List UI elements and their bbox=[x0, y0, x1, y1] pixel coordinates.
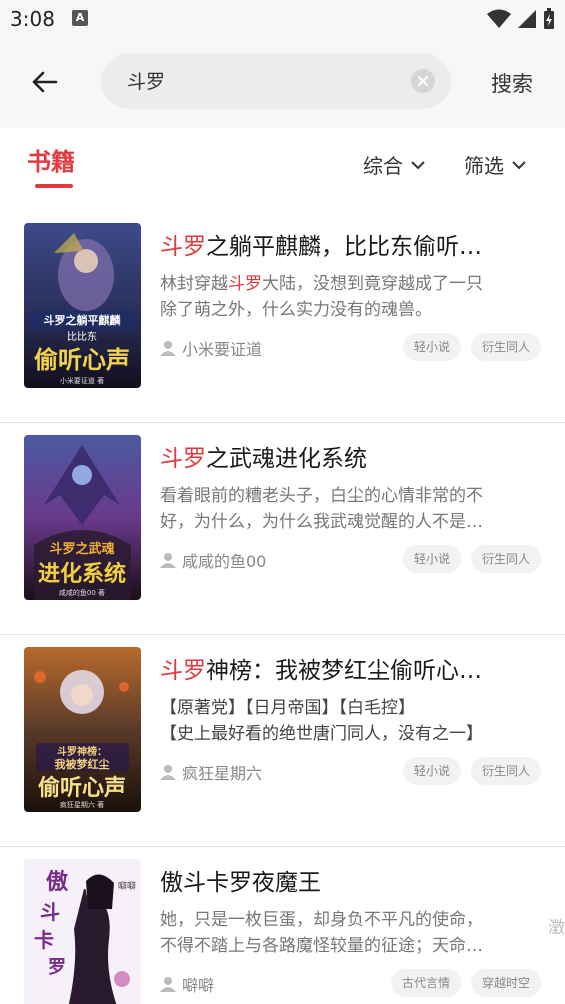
svg-text:小米要证道 著: 小米要证道 著 bbox=[60, 376, 104, 385]
book-description: 林封穿越斗罗大陆，没想到竟穿越成了一只 除了萌之外，什么实力没有的魂兽。 bbox=[160, 274, 483, 320]
tab-bar: 书籍 综合 筛选 bbox=[0, 128, 565, 198]
book-cover[interactable]: 斗罗之武魂 进化系统 咸咸的鱼00 著 bbox=[24, 435, 141, 600]
svg-text:卡: 卡 bbox=[34, 928, 54, 952]
status-icons bbox=[487, 8, 555, 30]
book-cover[interactable]: 斗罗之躺平麒麟 比比东 偷听心声 小米要证道 著 bbox=[24, 223, 141, 388]
tag-light-novel[interactable]: 轻小说 bbox=[402, 545, 461, 573]
svg-text:噼噼: 噼噼 bbox=[118, 880, 136, 892]
status-time: 3:08 bbox=[10, 7, 55, 31]
book-tags: 轻小说 衍生同人 bbox=[402, 333, 541, 361]
back-button[interactable] bbox=[24, 64, 64, 100]
book-tags: 轻小说 衍生同人 bbox=[402, 545, 541, 573]
svg-text:罗: 罗 bbox=[48, 957, 66, 978]
svg-text:傲: 傲 bbox=[46, 869, 69, 895]
user-icon bbox=[160, 765, 176, 780]
overflow-text: 澂转 bbox=[548, 918, 565, 938]
svg-text:偷听心声: 偷听心声 bbox=[34, 346, 130, 374]
book-list-item[interactable]: 傲 斗 卡 罗 噼噼 傲斗卡罗夜魔王 她，只是一枚巨蛋，却身负不平凡的使命， 不… bbox=[0, 847, 565, 1004]
status-bar: 3:08 A bbox=[0, 0, 565, 38]
svg-text:进化系统: 进化系统 bbox=[38, 561, 126, 587]
chevron-down-icon bbox=[411, 160, 425, 169]
tag-fan-fiction[interactable]: 衍生同人 bbox=[470, 757, 541, 785]
book-title[interactable]: 斗罗之武魂进化系统 bbox=[160, 439, 520, 473]
tag-light-novel[interactable]: 轻小说 bbox=[402, 757, 461, 785]
svg-text:斗罗之躺平麒麟: 斗罗之躺平麒麟 bbox=[44, 313, 122, 327]
book-list-item[interactable]: 斗罗之武魂 进化系统 咸咸的鱼00 著 斗罗之武魂进化系统 看着眼前的糟老头子，… bbox=[0, 423, 565, 635]
svg-text:斗罗神榜：: 斗罗神榜： bbox=[57, 745, 107, 758]
battery-icon bbox=[544, 8, 554, 29]
book-author: 噼噼 bbox=[160, 972, 214, 996]
svg-text:我被梦红尘: 我被梦红尘 bbox=[55, 757, 110, 771]
svg-text:咸咸的鱼00 著: 咸咸的鱼00 著 bbox=[59, 588, 105, 597]
tag-light-novel[interactable]: 轻小说 bbox=[402, 333, 461, 361]
filter-label: 筛选 bbox=[464, 154, 504, 178]
book-cover[interactable]: 斗罗神榜： 我被梦红尘 偷听心声 疯狂星期六 著 bbox=[24, 647, 141, 812]
book-title[interactable]: 傲斗卡罗夜魔王 bbox=[160, 863, 520, 897]
wifi-icon bbox=[487, 9, 511, 28]
clear-search-button[interactable] bbox=[411, 69, 435, 93]
tab-books[interactable]: 书籍 bbox=[27, 142, 75, 177]
book-title[interactable]: 斗罗之躺平麒麟，比比东偷听… bbox=[160, 227, 520, 261]
book-description: 看着眼前的糟老头子，白尘的心情非常的不 好，为什么，为什么我武魂觉醒的人不是… bbox=[160, 486, 483, 532]
book-author: 小米要证道 bbox=[160, 336, 262, 360]
svg-text:疯狂星期六 著: 疯狂星期六 著 bbox=[60, 800, 104, 809]
book-title[interactable]: 斗罗神榜：我被梦红尘偷听心… bbox=[160, 651, 520, 685]
search-query: 斗罗 bbox=[127, 71, 166, 93]
book-tags: 古代言情 穿越时空 bbox=[390, 969, 541, 997]
notification-icon: A bbox=[72, 10, 88, 26]
book-description: 她，只是一枚巨蛋，却身负不平凡的使命， 不得不踏上与各路魔怪较量的征途；天命… bbox=[160, 910, 483, 956]
book-author: 疯狂星期六 bbox=[160, 760, 262, 784]
tag-ancient-romance[interactable]: 古代言情 bbox=[390, 969, 461, 997]
book-author: 咸咸的鱼00 bbox=[160, 548, 266, 572]
svg-text:比比东: 比比东 bbox=[67, 330, 97, 343]
chevron-down-icon bbox=[512, 160, 526, 169]
tab-indicator bbox=[35, 184, 73, 188]
svg-text:斗罗之武魂: 斗罗之武魂 bbox=[49, 541, 114, 557]
svg-text:偷听心声: 偷听心声 bbox=[38, 775, 126, 801]
tag-fan-fiction[interactable]: 衍生同人 bbox=[470, 545, 541, 573]
sort-label: 综合 bbox=[363, 154, 403, 178]
book-description: 【原著党】【日月帝国】【白毛控】 【史上最好看的绝世唐门同人，没有之一】 bbox=[160, 698, 483, 744]
search-button[interactable]: 搜索 bbox=[491, 68, 533, 98]
book-tags: 轻小说 衍生同人 bbox=[402, 757, 541, 785]
filter-dropdown[interactable]: 筛选 bbox=[464, 150, 526, 179]
user-icon bbox=[160, 977, 176, 992]
user-icon bbox=[160, 553, 176, 568]
signal-icon bbox=[518, 10, 536, 28]
search-input[interactable]: 斗罗 bbox=[101, 53, 451, 109]
close-icon bbox=[418, 76, 428, 86]
book-list-item[interactable]: 斗罗之躺平麒麟 比比东 偷听心声 小米要证道 著 斗罗之躺平麒麟，比比东偷听… … bbox=[0, 211, 565, 423]
search-header: 斗罗 搜索 bbox=[0, 38, 565, 128]
book-cover[interactable]: 傲 斗 卡 罗 噼噼 bbox=[24, 859, 141, 1004]
tag-fan-fiction[interactable]: 衍生同人 bbox=[470, 333, 541, 361]
arrow-left-icon bbox=[32, 71, 58, 93]
svg-text:斗: 斗 bbox=[40, 900, 60, 924]
user-icon bbox=[160, 341, 176, 356]
sort-dropdown[interactable]: 综合 bbox=[363, 150, 425, 179]
book-list-item[interactable]: 斗罗神榜： 我被梦红尘 偷听心声 疯狂星期六 著 斗罗神榜：我被梦红尘偷听心… … bbox=[0, 635, 565, 847]
tag-time-travel[interactable]: 穿越时空 bbox=[470, 969, 541, 997]
